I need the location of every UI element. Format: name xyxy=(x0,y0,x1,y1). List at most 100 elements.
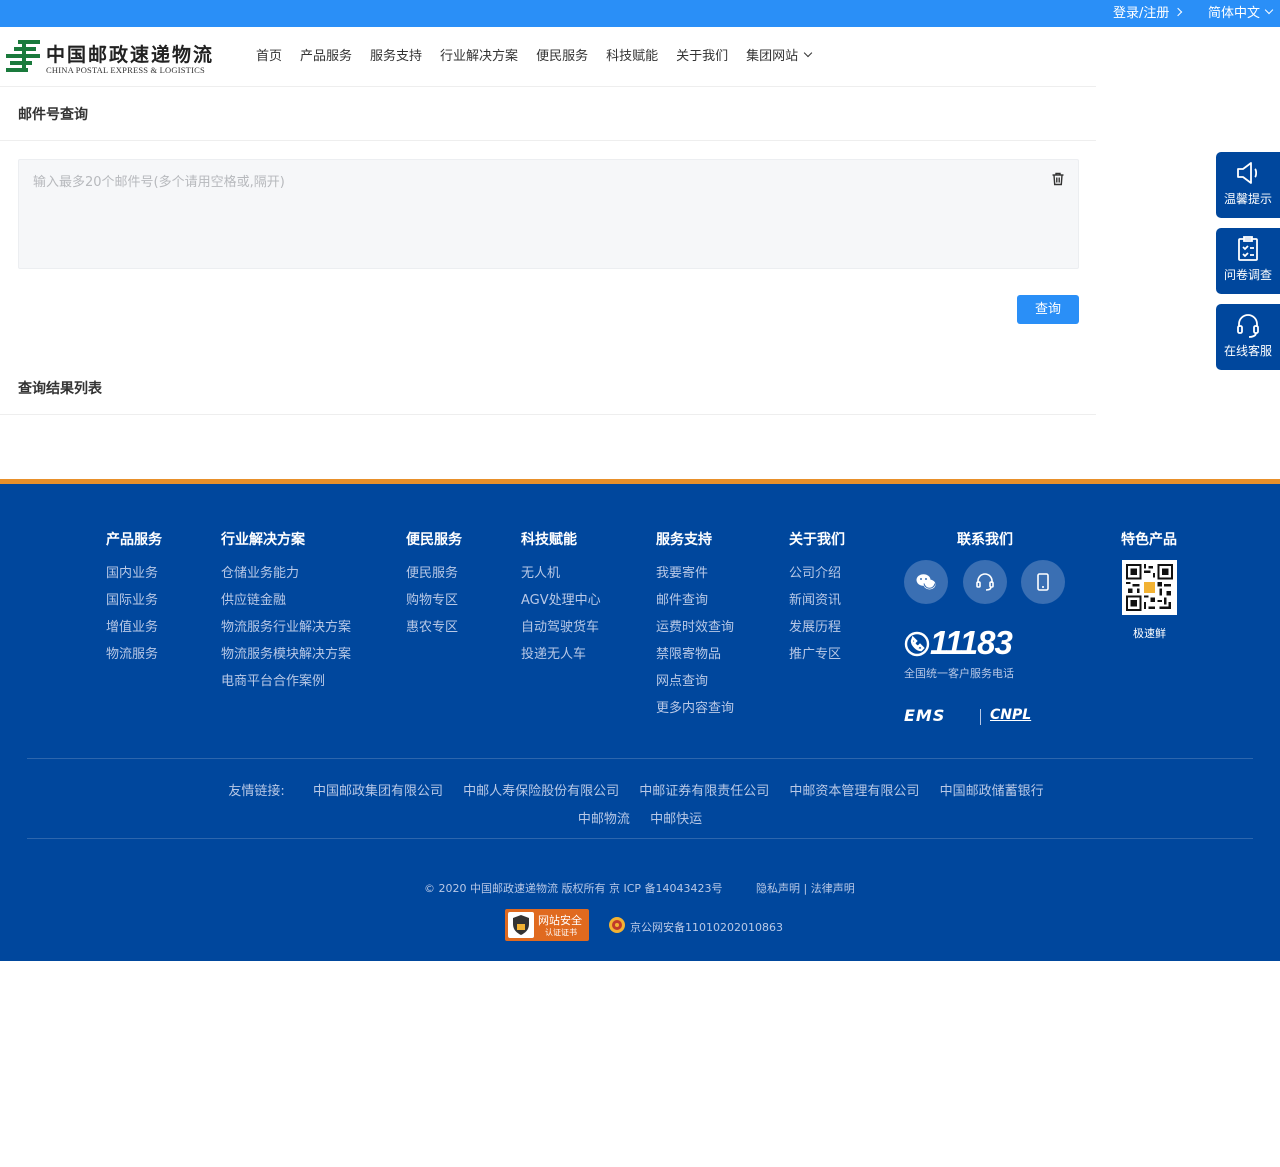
nav-support[interactable]: 服务支持 xyxy=(370,47,422,67)
footer-link[interactable]: 电商平台合作案例 xyxy=(221,670,351,697)
footer-link[interactable]: 无人机 xyxy=(521,562,601,589)
footer-col-technology: 科技赋能 无人机 AGV处理中心 自动驾驶货车 投递无人车 xyxy=(521,529,601,670)
login-register-link[interactable]: 登录/注册 xyxy=(1113,5,1183,22)
wechat-icon xyxy=(916,574,936,590)
tracking-number-input[interactable] xyxy=(19,160,1078,268)
legal-link[interactable]: 法律声明 xyxy=(811,882,855,895)
top-bar: 登录/注册 简体中文 xyxy=(0,0,1280,27)
friend-link[interactable]: 中邮资本管理有限公司 xyxy=(789,784,919,799)
chevron-down-icon xyxy=(1264,5,1274,15)
footer-link[interactable]: 增值业务 xyxy=(106,616,162,643)
badge-title: 网站安全 xyxy=(538,914,582,927)
side-service-button[interactable]: 在线客服 xyxy=(1216,304,1280,370)
clipboard-icon xyxy=(1238,236,1258,261)
footer-link[interactable]: 便民服务 xyxy=(406,562,462,589)
friend-link[interactable]: 中邮快运 xyxy=(650,812,702,827)
footer-link[interactable]: AGV处理中心 xyxy=(521,589,601,616)
footer-link[interactable]: 新闻资讯 xyxy=(789,589,845,616)
logo-chinese: 中国邮政速递物流 xyxy=(46,44,215,66)
footer-link[interactable]: 自动驾驶货车 xyxy=(521,616,601,643)
language-label: 简体中文 xyxy=(1208,6,1261,21)
nav-convenience[interactable]: 便民服务 xyxy=(536,47,588,67)
footer-link[interactable]: 网点查询 xyxy=(656,670,734,697)
footer-link[interactable]: 运费时效查询 xyxy=(656,616,734,643)
footer-link[interactable]: 禁限寄物品 xyxy=(656,643,734,670)
divider xyxy=(980,709,981,725)
query-button[interactable]: 查询 xyxy=(1017,295,1079,324)
headset-icon xyxy=(1237,314,1259,338)
nav-technology[interactable]: 科技赋能 xyxy=(606,47,658,67)
police-record-link[interactable]: 京公网安备11010202010863 xyxy=(630,919,783,935)
footer-link[interactable]: 推广专区 xyxy=(789,643,845,670)
language-selector[interactable]: 简体中文 xyxy=(1208,5,1274,22)
footer-col-title: 便民服务 xyxy=(406,532,462,548)
footer-link[interactable]: 国内业务 xyxy=(106,562,162,589)
footer-col-title: 产品服务 xyxy=(106,532,162,548)
footer-col-title: 行业解决方案 xyxy=(221,532,305,548)
mobile-phone-icon xyxy=(1037,573,1049,591)
contact-title: 联系我们 xyxy=(957,532,1013,548)
badge-subtitle: 认证证书 xyxy=(545,928,577,937)
footer-col-convenience: 便民服务 便民服务 购物专区 惠农专区 xyxy=(406,529,462,643)
footer-link[interactable]: 物流服务模块解决方案 xyxy=(221,643,351,670)
nav-home[interactable]: 首页 xyxy=(256,47,282,67)
qr-code-icon xyxy=(1126,564,1173,611)
footer-link[interactable]: 物流服务 xyxy=(106,643,162,670)
friend-link[interactable]: 中邮物流 xyxy=(578,812,630,827)
footer-link[interactable]: 物流服务行业解决方案 xyxy=(221,616,351,643)
qr-code[interactable] xyxy=(1122,560,1177,615)
cnpl-logo: CNPL xyxy=(990,707,1032,723)
security-badge[interactable]: 网站安全 认证证书 xyxy=(505,909,589,941)
nav-group-sites[interactable]: 集团网站 xyxy=(746,47,813,67)
police-emblem-icon xyxy=(609,917,625,933)
footer-col-products: 产品服务 国内业务 国际业务 增值业务 物流服务 xyxy=(106,529,162,670)
divider xyxy=(0,414,1096,415)
results-title: 查询结果列表 xyxy=(18,381,102,397)
logo[interactable]: 中国邮政速递物流 CHINA POSTAL EXPRESS & LOGISTIC… xyxy=(4,38,219,78)
footer-link[interactable]: 我要寄件 xyxy=(656,562,734,589)
trash-icon[interactable] xyxy=(1050,171,1066,187)
footer-link[interactable]: 邮件查询 xyxy=(656,589,734,616)
customer-service-button[interactable] xyxy=(963,560,1007,604)
footer-col-title: 关于我们 xyxy=(789,532,845,548)
side-survey-button[interactable]: 问卷调查 xyxy=(1216,228,1280,294)
login-label: 登录/注册 xyxy=(1113,6,1170,21)
friend-link[interactable]: 中国邮政集团有限公司 xyxy=(313,784,443,799)
footer-link[interactable]: 发展历程 xyxy=(789,616,845,643)
chevron-right-icon xyxy=(1174,7,1183,17)
friend-link[interactable]: 中邮证券有限责任公司 xyxy=(639,784,769,799)
footer-link[interactable]: 投递无人车 xyxy=(521,643,601,670)
privacy-link[interactable]: 隐私声明 xyxy=(756,882,800,895)
header: 中国邮政速递物流 CHINA POSTAL EXPRESS & LOGISTIC… xyxy=(0,27,1096,87)
friend-link[interactable]: 中邮人寿保险股份有限公司 xyxy=(463,784,619,799)
footer-col-about: 关于我们 公司介绍 新闻资讯 发展历程 推广专区 xyxy=(789,529,845,670)
wechat-button[interactable] xyxy=(904,560,948,604)
footer-col-solutions: 行业解决方案 仓储业务能力 供应链金融 物流服务行业解决方案 物流服务模块解决方… xyxy=(221,529,351,697)
footer-link[interactable]: 惠农专区 xyxy=(406,616,462,643)
nav-products[interactable]: 产品服务 xyxy=(300,47,352,67)
side-tips-button[interactable]: 温馨提示 xyxy=(1216,152,1280,218)
ems-logo: EMS xyxy=(904,706,946,725)
copyright: © 2020 中国邮政速递物流 版权所有 京 ICP 备14043423号 xyxy=(424,882,723,895)
divider xyxy=(27,758,1253,759)
friend-links: 友情链接: 中国邮政集团有限公司 中邮人寿保险股份有限公司 中邮证券有限责任公司… xyxy=(0,780,1280,799)
friend-link[interactable]: 中国邮政储蓄银行 xyxy=(940,784,1044,799)
footer-link[interactable]: 供应链金融 xyxy=(221,589,351,616)
shield-icon xyxy=(508,912,534,938)
side-survey-label: 问卷调查 xyxy=(1223,268,1272,282)
mobile-app-button[interactable] xyxy=(1021,560,1065,604)
footer-link[interactable]: 购物专区 xyxy=(406,589,462,616)
divider xyxy=(0,140,1096,141)
nav-about[interactable]: 关于我们 xyxy=(676,47,728,67)
logo-english: CHINA POSTAL EXPRESS & LOGISTICS xyxy=(46,65,205,75)
tracking-number-box xyxy=(18,159,1079,269)
separator: | xyxy=(803,882,811,895)
nav-group-sites-label: 集团网站 xyxy=(746,49,799,64)
footer-link[interactable]: 更多内容查询 xyxy=(656,697,734,724)
footer-link[interactable]: 国际业务 xyxy=(106,589,162,616)
footer-link[interactable]: 公司介绍 xyxy=(789,562,845,589)
nav-solutions[interactable]: 行业解决方案 xyxy=(440,47,518,67)
footer-link[interactable]: 仓储业务能力 xyxy=(221,562,351,589)
main-nav: 首页 产品服务 服务支持 行业解决方案 便民服务 科技赋能 关于我们 集团网站 xyxy=(256,47,829,67)
footer-col-title: 服务支持 xyxy=(656,532,712,548)
